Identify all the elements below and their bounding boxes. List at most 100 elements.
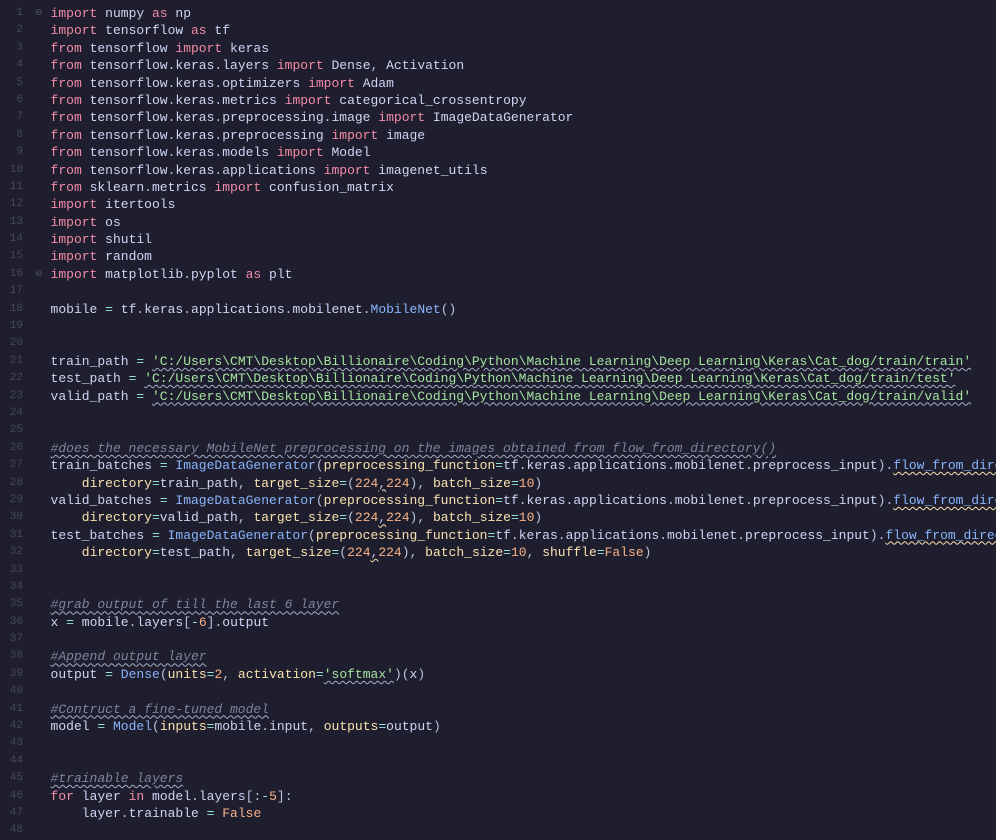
line-number: 7 bbox=[0, 109, 27, 126]
code-line[interactable]: from sklearn.metrics import confusion_ma… bbox=[51, 179, 996, 196]
code-line[interactable] bbox=[51, 422, 996, 439]
fold-marker bbox=[35, 579, 43, 596]
code-line[interactable]: directory=train_path, target_size=(224,2… bbox=[51, 475, 996, 492]
line-number: 42 bbox=[0, 718, 27, 735]
code-line[interactable]: import tensorflow as tf bbox=[51, 22, 996, 39]
fold-marker[interactable]: ⊖ bbox=[35, 5, 43, 22]
line-number: 5 bbox=[0, 75, 27, 92]
code-line[interactable] bbox=[51, 735, 996, 752]
code-line[interactable]: from tensorflow.keras.optimizers import … bbox=[51, 75, 996, 92]
code-line[interactable] bbox=[51, 683, 996, 700]
code-line[interactable] bbox=[51, 562, 996, 579]
code-line[interactable]: train_batches = ImageDataGenerator(prepr… bbox=[51, 457, 996, 474]
code-line[interactable]: valid_path = 'C:/Users\CMT\Desktop\Billi… bbox=[51, 388, 996, 405]
fold-marker bbox=[35, 248, 43, 265]
code-line[interactable]: valid_batches = ImageDataGenerator(prepr… bbox=[51, 492, 996, 509]
fold-marker bbox=[35, 648, 43, 665]
line-number: 46 bbox=[0, 788, 27, 805]
code-line[interactable]: test_batches = ImageDataGenerator(prepro… bbox=[51, 527, 996, 544]
code-line[interactable]: train_path = 'C:/Users\CMT\Desktop\Billi… bbox=[51, 353, 996, 370]
line-number: 23 bbox=[0, 388, 27, 405]
code-line[interactable]: mobile = tf.keras.applications.mobilenet… bbox=[51, 301, 996, 318]
code-line[interactable]: #grab output of till the last 6 layer bbox=[51, 596, 996, 613]
fold-marker bbox=[35, 283, 43, 300]
code-line[interactable] bbox=[51, 405, 996, 422]
code-line[interactable]: from tensorflow.keras.models import Mode… bbox=[51, 144, 996, 161]
fold-marker bbox=[35, 666, 43, 683]
code-line[interactable]: from tensorflow.keras.metrics import cat… bbox=[51, 92, 996, 109]
line-number: 6 bbox=[0, 92, 27, 109]
code-line[interactable]: import random bbox=[51, 248, 996, 265]
code-line[interactable]: output = Dense(units=2, activation='soft… bbox=[51, 666, 996, 683]
fold-marker bbox=[35, 196, 43, 213]
code-line[interactable] bbox=[51, 283, 996, 300]
line-number: 34 bbox=[0, 579, 27, 596]
code-line[interactable]: import os bbox=[51, 214, 996, 231]
line-number: 30 bbox=[0, 509, 27, 526]
code-line[interactable]: from tensorflow.keras.applications impor… bbox=[51, 162, 996, 179]
code-line[interactable]: from tensorflow.keras.preprocessing.imag… bbox=[51, 109, 996, 126]
fold-marker bbox=[35, 788, 43, 805]
code-line[interactable]: directory=test_path, target_size=(224,22… bbox=[51, 544, 996, 561]
code-line[interactable] bbox=[51, 753, 996, 770]
code-line[interactable]: x = mobile.layers[-6].output bbox=[51, 614, 996, 631]
code-line[interactable] bbox=[51, 318, 996, 335]
fold-marker bbox=[35, 109, 43, 126]
line-number: 35 bbox=[0, 596, 27, 613]
line-number: 22 bbox=[0, 370, 27, 387]
code-line[interactable]: from tensorflow.keras.preprocessing impo… bbox=[51, 127, 996, 144]
code-line[interactable]: directory=valid_path, target_size=(224,2… bbox=[51, 509, 996, 526]
line-number: 39 bbox=[0, 666, 27, 683]
line-number: 8 bbox=[0, 127, 27, 144]
code-line[interactable]: from tensorflow import keras bbox=[51, 40, 996, 57]
fold-marker bbox=[35, 457, 43, 474]
line-number: 41 bbox=[0, 701, 27, 718]
fold-marker bbox=[35, 144, 43, 161]
code-line[interactable]: #Append output layer bbox=[51, 648, 996, 665]
fold-marker bbox=[35, 179, 43, 196]
fold-marker bbox=[35, 509, 43, 526]
code-line[interactable]: from tensorflow.keras.layers import Dens… bbox=[51, 57, 996, 74]
fold-marker bbox=[35, 562, 43, 579]
line-number: 44 bbox=[0, 753, 27, 770]
fold-marker bbox=[35, 596, 43, 613]
line-number: 31 bbox=[0, 527, 27, 544]
code-line[interactable] bbox=[51, 631, 996, 648]
code-line[interactable]: #trainable layers bbox=[51, 770, 996, 787]
fold-marker[interactable]: ⊖ bbox=[35, 266, 43, 283]
code-line[interactable]: layer.trainable = False bbox=[51, 805, 996, 822]
code-line[interactable] bbox=[51, 822, 996, 839]
line-number: 1 bbox=[0, 5, 27, 22]
line-number: 38 bbox=[0, 648, 27, 665]
line-number: 18 bbox=[0, 301, 27, 318]
code-line[interactable]: #does the necessary MobileNet preprocess… bbox=[51, 440, 996, 457]
line-number: 37 bbox=[0, 631, 27, 648]
fold-marker bbox=[35, 353, 43, 370]
line-number: 12 bbox=[0, 196, 27, 213]
code-editor[interactable]: 1234567891011121314151617181920212223242… bbox=[0, 0, 996, 840]
fold-marker bbox=[35, 614, 43, 631]
fold-marker bbox=[35, 735, 43, 752]
code-line[interactable]: test_path = 'C:/Users\CMT\Desktop\Billio… bbox=[51, 370, 996, 387]
code-line[interactable] bbox=[51, 579, 996, 596]
line-number: 28 bbox=[0, 475, 27, 492]
fold-marker bbox=[35, 683, 43, 700]
fold-marker bbox=[35, 57, 43, 74]
code-line[interactable]: import numpy as np bbox=[51, 5, 996, 22]
line-number: 21 bbox=[0, 353, 27, 370]
code-line[interactable]: import shutil bbox=[51, 231, 996, 248]
code-line[interactable]: model = Model(inputs=mobile.input, outpu… bbox=[51, 718, 996, 735]
line-number: 45 bbox=[0, 770, 27, 787]
fold-column[interactable]: ⊖⊖ bbox=[35, 0, 43, 840]
fold-marker bbox=[35, 370, 43, 387]
line-number: 14 bbox=[0, 231, 27, 248]
code-line[interactable]: #Contruct a fine-tuned model bbox=[51, 701, 996, 718]
code-line[interactable]: for layer in model.layers[:-5]: bbox=[51, 788, 996, 805]
code-line[interactable] bbox=[51, 335, 996, 352]
code-area[interactable]: import numpy as npimport tensorflow as t… bbox=[43, 0, 996, 840]
fold-marker bbox=[35, 631, 43, 648]
code-line[interactable]: import itertools bbox=[51, 196, 996, 213]
fold-marker bbox=[35, 214, 43, 231]
fold-marker bbox=[35, 822, 43, 839]
code-line[interactable]: import matplotlib.pyplot as plt bbox=[51, 266, 996, 283]
